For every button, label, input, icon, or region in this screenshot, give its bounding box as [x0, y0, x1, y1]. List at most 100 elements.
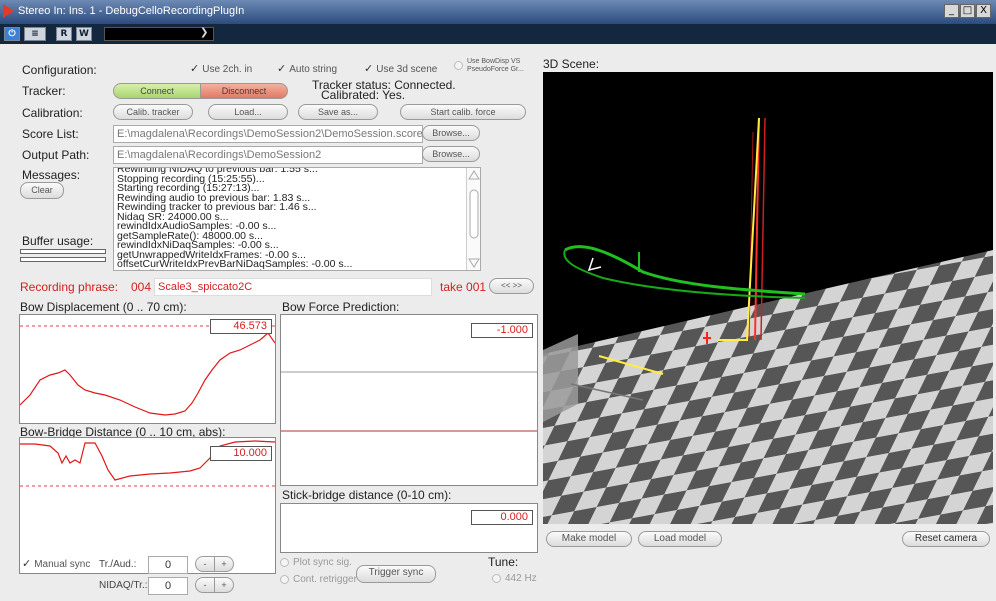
radio-icon — [454, 61, 463, 70]
maximize-button[interactable]: □ — [960, 4, 975, 18]
cont-retrigger-label: Cont. retrigger — [293, 574, 357, 585]
radio-icon — [492, 573, 501, 583]
power-button[interactable]: ⏻ — [4, 27, 20, 41]
take-label: take 001 — [440, 280, 487, 294]
preset-chevron-icon[interactable]: ❯ — [200, 27, 208, 38]
trigger-sync-button[interactable]: Trigger sync — [356, 565, 436, 583]
take-nav-button[interactable]: << >> — [489, 278, 534, 294]
preset-field[interactable] — [104, 27, 214, 41]
minimize-button[interactable]: _ — [944, 4, 959, 18]
bow-bridge-plot: 10.000 — [19, 437, 276, 574]
score-list-label: Score List: — [22, 127, 79, 141]
checkmark-icon: ✓ — [277, 63, 287, 75]
tr-aud-plus-button[interactable]: + — [214, 556, 234, 572]
plot-sync-option[interactable]: Plot sync sig. — [280, 557, 352, 568]
scroll-thumb — [469, 189, 479, 239]
tr-aud-label: Tr./Aud.: — [99, 559, 137, 570]
use-bowdisp-label-1: Use BowDisp VS — [467, 58, 521, 65]
use-bowdisp-label-2: PseudoForce Gr... — [467, 66, 524, 73]
messages-log: Rewinding NIDAQ to previous bar: 1.55 s.… — [113, 167, 481, 271]
host-toolbar: ⏻ ≡ R W ❯ — [0, 24, 996, 44]
clear-messages-button[interactable]: Clear — [20, 182, 64, 199]
bow-displacement-title: Bow Displacement (0 .. 70 cm): — [20, 300, 187, 314]
bow-path — [564, 245, 806, 296]
manual-sync-checkbox[interactable]: ✓ Manual sync — [22, 557, 90, 570]
stick-bridge-plot: 0.000 — [280, 503, 538, 553]
tracker-label: Tracker: — [22, 84, 66, 98]
use-3d-scene-label: Use 3d scene — [376, 64, 438, 75]
output-path-label: Output Path: — [22, 148, 90, 162]
scroll-up-icon — [468, 170, 480, 180]
buffer-bar-2 — [20, 257, 106, 262]
bow-force-title: Bow Force Prediction: — [282, 300, 400, 314]
recording-phrase-label: Recording phrase: — [20, 280, 119, 294]
tr-aud-input[interactable]: 0 — [148, 556, 188, 574]
load-calibration-button[interactable]: Load... — [208, 104, 288, 120]
tune-option[interactable]: 442 Hz — [492, 573, 537, 584]
connect-button[interactable]: Connect — [113, 83, 201, 99]
3d-scene-viewport[interactable] — [543, 72, 993, 524]
scrollbar-graphic — [468, 170, 480, 268]
window-title: Stereo In: Ins. 1 - DebugCelloRecordingP… — [18, 5, 245, 17]
recording-phrase-field[interactable]: Scale3_spiccato2C — [154, 278, 432, 296]
checkmark-icon: ✓ — [364, 63, 374, 75]
nidaq-label: NIDAQ/Tr.: — [99, 580, 148, 591]
recording-phrase-number: 004 — [131, 280, 152, 294]
bow-force-plot: -1.000 — [280, 314, 538, 486]
scroll-down-icon — [468, 258, 480, 268]
auto-string-label: Auto string — [289, 64, 338, 75]
messages-lines: Rewinding NIDAQ to previous bar: 1.55 s.… — [114, 168, 480, 270]
radio-icon — [280, 557, 289, 567]
host-menu-button[interactable]: ≡ — [24, 27, 46, 41]
plot-sync-label: Plot sync sig. — [293, 557, 352, 568]
write-automation-button[interactable]: W — [76, 27, 92, 41]
output-path-field[interactable]: E:\magdalena\Recordings\DemoSession2 — [113, 146, 423, 164]
start-calib-force-button[interactable]: Start calib. force — [400, 104, 526, 120]
checkmark-icon: ✓ — [190, 63, 200, 75]
cont-retrigger-option[interactable]: Cont. retrigger — [280, 574, 357, 585]
close-button[interactable]: X — [976, 4, 991, 18]
score-list-field[interactable]: E:\magdalena\Recordings\DemoSession2\Dem… — [113, 125, 423, 143]
scene-label: 3D Scene: — [543, 57, 600, 71]
radio-icon — [280, 574, 289, 584]
buffer-usage-label: Buffer usage: — [22, 234, 94, 248]
configuration-label: Configuration: — [22, 63, 97, 77]
load-model-button[interactable]: Load model — [638, 531, 722, 547]
3d-scene-render — [543, 117, 993, 524]
calib-tracker-button[interactable]: Calib. tracker — [113, 104, 193, 120]
read-automation-button[interactable]: R — [56, 27, 72, 41]
tune-value: 442 Hz — [505, 573, 537, 584]
window-titlebar: Stereo In: Ins. 1 - DebugCelloRecordingP… — [0, 0, 996, 24]
score-list-browse-button[interactable]: Browse... — [422, 125, 480, 141]
tracker-status: Tracker status: Connected. Calibrated: Y… — [312, 79, 456, 101]
use-bowdisp-checkbox[interactable]: Use BowDisp VS PseudoForce Gr... — [454, 58, 524, 74]
bow-force-graph — [281, 371, 537, 432]
auto-string-checkbox[interactable]: ✓ Auto string — [277, 62, 337, 75]
reset-camera-button[interactable]: Reset camera — [902, 531, 990, 547]
checkmark-icon: ✓ — [22, 558, 32, 570]
message-line: Rewinding NIDAQ to previous bar: 1.56 s.… — [114, 269, 480, 270]
disconnect-button[interactable]: Disconnect — [200, 83, 288, 99]
calibration-label: Calibration: — [22, 106, 83, 120]
bow-force-value: -1.000 — [471, 323, 533, 338]
nidaq-plus-button[interactable]: + — [214, 577, 234, 593]
app-logo-icon — [3, 4, 14, 18]
bow-displacement-curve — [19, 332, 276, 416]
tr-aud-minus-button[interactable]: - — [195, 556, 215, 572]
make-model-button[interactable]: Make model — [546, 531, 632, 547]
stick-bridge-title: Stick-bridge distance (0-10 cm): — [282, 488, 452, 502]
save-as-button[interactable]: Save as... — [298, 104, 378, 120]
bow-displacement-plot: 46.573 — [19, 314, 276, 424]
stick-bridge-value: 0.000 — [471, 510, 533, 525]
tune-label: Tune: — [488, 555, 519, 569]
output-path-browse-button[interactable]: Browse... — [422, 146, 480, 162]
messages-label: Messages: — [22, 168, 81, 182]
manual-sync-label: Manual sync — [34, 559, 91, 570]
messages-scrollbar[interactable] — [466, 168, 480, 270]
use-3d-scene-checkbox[interactable]: ✓ Use 3d scene — [364, 62, 437, 75]
nidaq-input[interactable]: 0 — [148, 577, 188, 595]
use-2ch-checkbox[interactable]: ✓ Use 2ch. in — [190, 62, 252, 75]
bow-displacement-value: 46.573 — [210, 319, 272, 334]
nidaq-minus-button[interactable]: - — [195, 577, 215, 593]
use-2ch-label: Use 2ch. in — [202, 64, 253, 75]
